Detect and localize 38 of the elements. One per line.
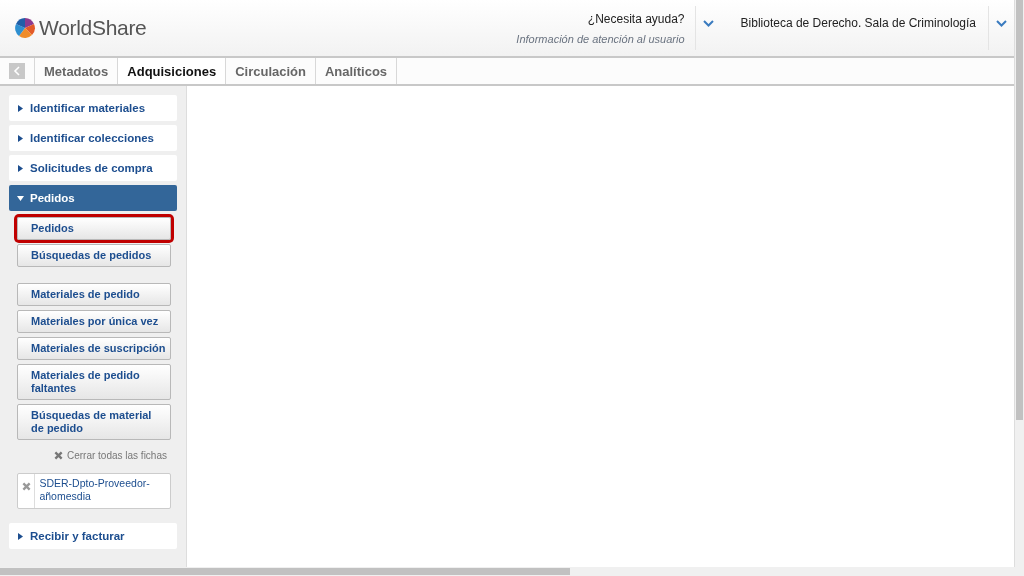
sidebar-section[interactable]: Solicitudes de compra xyxy=(9,155,177,181)
help-subtitle: Información de atención al usuario xyxy=(516,32,685,45)
section-label: Recibir y facturar xyxy=(30,530,125,542)
sidebar-section[interactable]: Pedidos xyxy=(9,185,177,211)
record-link[interactable]: SDER-Dpto-Proveedor-añomesdia xyxy=(35,474,170,508)
close-icon xyxy=(21,482,31,491)
sidebar-section[interactable]: Identificar materiales xyxy=(9,95,177,121)
close-icon xyxy=(53,451,63,460)
submenu-button[interactable]: Búsquedas de pedidos xyxy=(17,244,171,267)
caret-down-icon xyxy=(17,194,24,202)
module-tab[interactable]: Circulación xyxy=(226,58,316,84)
section-label: Solicitudes de compra xyxy=(30,162,153,174)
close-all-link[interactable]: Cerrar todas las fichas xyxy=(53,450,167,461)
section-label: Identificar colecciones xyxy=(30,132,154,144)
submenu-button[interactable]: Materiales por única vez xyxy=(17,310,171,333)
collapse-icon xyxy=(9,63,25,79)
section-label: Identificar materiales xyxy=(30,102,146,114)
chevron-down-icon xyxy=(996,20,1007,27)
sidebar-section[interactable]: Recibir y facturar xyxy=(9,523,177,549)
caret-right-icon xyxy=(17,104,24,112)
caret-right-icon xyxy=(17,134,24,142)
logo-icon xyxy=(14,17,36,39)
caret-right-icon xyxy=(17,164,24,172)
submenu-button[interactable]: Pedidos xyxy=(17,217,171,240)
horizontal-scrollbar[interactable] xyxy=(0,567,1024,576)
submenu-button[interactable]: Materiales de pedido xyxy=(17,283,171,306)
institution-name: Biblioteca de Derecho. Sala de Criminología xyxy=(739,16,977,30)
submenu-button[interactable]: Búsquedas de material de pedido xyxy=(17,404,171,440)
chevron-down-icon xyxy=(702,20,714,27)
submenu-button[interactable]: Materiales de suscripción xyxy=(17,337,171,360)
vertical-scrollbar[interactable] xyxy=(1014,0,1024,567)
logo-text: WorldShare xyxy=(39,16,147,40)
submenu-button[interactable]: Materiales de pedido faltantes xyxy=(17,364,171,400)
section-label: Pedidos xyxy=(30,192,75,204)
caret-right-icon xyxy=(17,532,24,540)
module-tab[interactable]: Analíticos xyxy=(315,58,398,84)
sidebar-section[interactable]: Identificar colecciones xyxy=(9,125,177,151)
help-title: ¿Necesita ayuda? xyxy=(587,11,685,26)
